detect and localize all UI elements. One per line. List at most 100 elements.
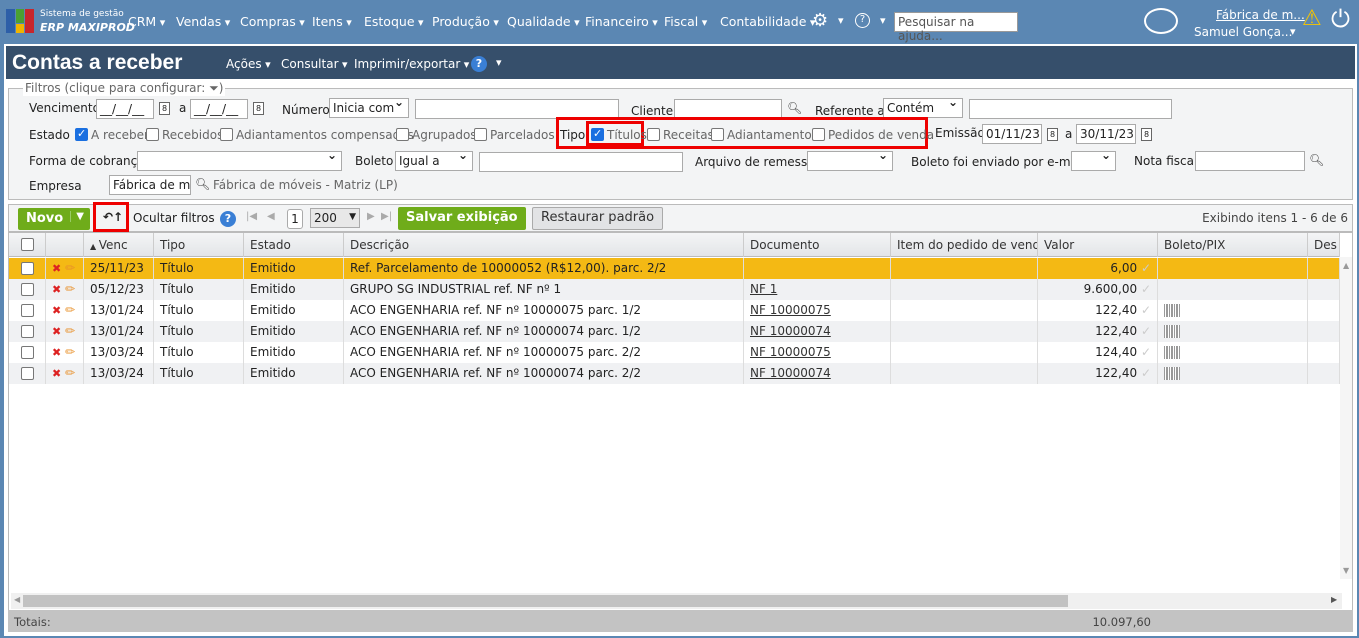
delete-icon[interactable]: ✖ xyxy=(52,325,61,338)
delete-icon[interactable]: ✖ xyxy=(52,367,61,380)
tipo-adiantamentos-checkbox[interactable] xyxy=(711,128,724,141)
header-valor[interactable]: Valor xyxy=(1038,233,1158,257)
row-checkbox[interactable] xyxy=(21,367,34,380)
page-size-select[interactable]: 200 ▼ xyxy=(310,208,360,228)
table-row[interactable]: ✖ ✏ 05/12/23 Título Emitido GRUPO SG INDUSTR… xyxy=(9,279,1340,300)
chevron-down-icon[interactable]: ▼ xyxy=(70,211,84,222)
chevron-down-icon[interactable]: ▾ xyxy=(496,56,502,69)
arquivo-remessa-select[interactable] xyxy=(807,151,893,171)
salvar-exibicao-button[interactable]: Salvar exibição xyxy=(398,207,526,230)
barcode-icon[interactable] xyxy=(1164,367,1180,380)
document-link[interactable]: NF 10000075 xyxy=(750,303,831,317)
prev-page-icon[interactable]: ◀ xyxy=(267,211,275,222)
delete-icon[interactable]: ✖ xyxy=(52,346,61,359)
estado-agrupados-checkbox[interactable] xyxy=(396,128,409,141)
vertical-scrollbar[interactable]: ▲ ▼ xyxy=(1340,257,1352,579)
filters-legend[interactable]: Filtros (clique para configurar: ⏷) xyxy=(23,81,226,96)
vencimento-from-input[interactable]: __/__/__ xyxy=(96,99,154,119)
table-row[interactable]: ✖ ✏ 13/03/24 Título Emitido ACO ENGENHARIA r… xyxy=(9,342,1340,363)
menu-crm[interactable]: CRM xyxy=(128,14,165,29)
document-link[interactable]: NF 10000074 xyxy=(750,366,831,380)
edit-icon[interactable]: ✏ xyxy=(65,303,75,317)
menu-vendas[interactable]: Vendas xyxy=(176,14,230,29)
menu-qualidade[interactable]: Qualidade xyxy=(507,14,580,29)
menu-contabilidade[interactable]: Contabilidade xyxy=(720,14,815,29)
estado-recebidos-checkbox[interactable] xyxy=(146,128,159,141)
document-link[interactable]: NF 10000074 xyxy=(750,324,831,338)
help-icon[interactable]: ? xyxy=(220,211,236,227)
novo-button[interactable]: Novo ▼ xyxy=(18,208,90,230)
table-row[interactable]: ✖ ✏ 13/03/24 Título Emitido ACO ENGENHARIA r… xyxy=(9,363,1340,384)
help-icon[interactable]: ? xyxy=(855,13,870,28)
boleto-operator-select[interactable]: Igual a xyxy=(395,151,473,171)
emissao-from-input[interactable]: 01/11/23 xyxy=(982,124,1042,144)
row-checkbox[interactable] xyxy=(21,325,34,338)
document-link[interactable]: NF 10000075 xyxy=(750,345,831,359)
header-des[interactable]: Des xyxy=(1308,233,1340,257)
menu-financeiro[interactable]: Financeiro xyxy=(585,14,658,29)
chat-icon[interactable] xyxy=(1144,8,1178,34)
power-icon[interactable]: ⏻ xyxy=(1331,5,1350,33)
chevron-down-icon[interactable]: ▾ xyxy=(838,14,844,27)
menu-fiscal[interactable]: Fiscal xyxy=(664,14,707,29)
tipo-receitas-checkbox[interactable] xyxy=(647,128,660,141)
row-checkbox[interactable] xyxy=(21,283,34,296)
vencimento-to-input[interactable]: __/__/__ xyxy=(190,99,248,119)
search-icon[interactable]: 🔍︎ xyxy=(787,101,802,115)
nota-fiscal-input[interactable] xyxy=(1195,151,1305,171)
estado-parcelados-checkbox[interactable] xyxy=(474,128,487,141)
menu-imprimir-exportar[interactable]: Imprimir/exportar xyxy=(354,57,469,71)
warning-icon[interactable]: ⚠ xyxy=(1302,6,1322,31)
edit-icon[interactable]: ✏ xyxy=(65,345,75,359)
row-checkbox[interactable] xyxy=(21,262,34,275)
document-link[interactable]: NF 1 xyxy=(750,282,777,296)
calendar-icon[interactable]: 8 xyxy=(159,102,170,115)
estado-adiantamentos-checkbox[interactable] xyxy=(220,128,233,141)
table-row[interactable]: ✖ ✏ 25/11/23 Título Emitido Ref. Parcelament… xyxy=(9,258,1340,279)
page-input[interactable]: 1 xyxy=(287,209,303,229)
empresa-input[interactable]: Fábrica de móveis - xyxy=(109,175,191,195)
scroll-down-icon[interactable]: ▼ xyxy=(1343,566,1349,575)
tipo-titulos-checkbox[interactable] xyxy=(591,127,604,141)
last-page-icon[interactable]: ▶| xyxy=(381,211,392,222)
row-checkbox[interactable] xyxy=(21,304,34,317)
barcode-icon[interactable] xyxy=(1164,304,1180,317)
edit-icon[interactable]: ✏ xyxy=(65,261,75,275)
table-row[interactable]: ✖ ✏ 13/01/24 Título Emitido ACO ENGENHARIA r… xyxy=(9,321,1340,342)
restaurar-padrao-button[interactable]: Restaurar padrão xyxy=(532,207,664,230)
chevron-down-icon[interactable]: ▾ xyxy=(880,14,886,27)
edit-icon[interactable]: ✏ xyxy=(65,366,75,380)
first-page-icon[interactable]: |◀ xyxy=(246,211,257,222)
table-row[interactable]: ✖ ✏ 13/01/24 Título Emitido ACO ENGENHARIA r… xyxy=(9,300,1340,321)
row-checkbox[interactable] xyxy=(21,346,34,359)
calendar-icon[interactable]: 8 xyxy=(1047,128,1058,141)
referente-operator-select[interactable]: Contém xyxy=(883,98,963,118)
menu-producao[interactable]: Produção xyxy=(432,14,499,29)
forma-cobranca-select[interactable] xyxy=(137,151,342,171)
scroll-thumb[interactable] xyxy=(23,595,1068,607)
barcode-icon[interactable] xyxy=(1164,346,1180,359)
company-link[interactable]: Fábrica de m... xyxy=(1216,8,1305,22)
edit-icon[interactable]: ✏ xyxy=(65,324,75,338)
barcode-icon[interactable] xyxy=(1164,325,1180,338)
horizontal-scrollbar[interactable]: ◀ ▶ xyxy=(11,593,1342,609)
cliente-input[interactable] xyxy=(674,99,782,119)
help-icon[interactable]: ? xyxy=(471,56,487,72)
header-estado[interactable]: Estado xyxy=(244,233,344,257)
referente-input[interactable] xyxy=(969,99,1172,119)
menu-acoes[interactable]: Ações xyxy=(226,57,271,71)
delete-icon[interactable]: ✖ xyxy=(52,283,61,296)
header-descricao[interactable]: Descrição xyxy=(344,233,744,257)
numero-operator-select[interactable]: Inicia com xyxy=(329,98,409,118)
user-menu[interactable]: Samuel Gonça... xyxy=(1194,25,1292,39)
chevron-down-icon[interactable]: ▾ xyxy=(1290,25,1296,38)
scroll-left-icon[interactable]: ◀ xyxy=(14,595,20,604)
menu-compras[interactable]: Compras xyxy=(240,14,305,29)
scroll-right-icon[interactable]: ▶ xyxy=(1331,595,1337,604)
tipo-pedidos-checkbox[interactable] xyxy=(812,128,825,141)
filter-icon[interactable]: ⏷ xyxy=(209,81,219,95)
header-venc[interactable]: ▲ Venc xyxy=(84,233,154,257)
boleto-enviado-select[interactable] xyxy=(1071,151,1116,171)
emissao-to-input[interactable]: 30/11/23 xyxy=(1076,124,1136,144)
ocultar-filtros-button[interactable]: Ocultar filtros xyxy=(133,211,215,225)
